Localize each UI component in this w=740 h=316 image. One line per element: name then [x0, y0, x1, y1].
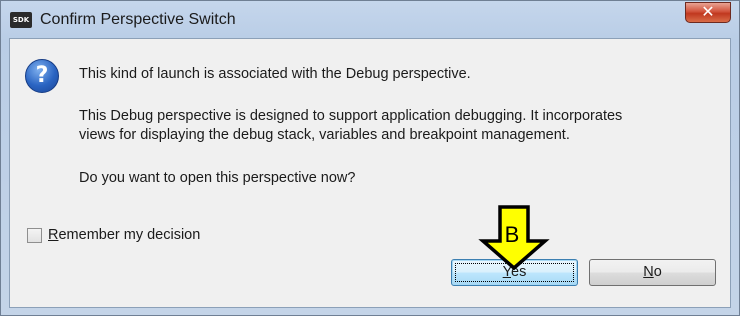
remember-decision-checkbox[interactable] [27, 228, 42, 243]
close-icon: ✕ [701, 2, 715, 21]
sdk-app-icon: SDK [10, 12, 32, 28]
question-icon: ? [25, 59, 59, 93]
dialog-window: SDK Confirm Perspective Switch ✕ ? This … [0, 0, 740, 316]
annotation-arrow-marker: B [478, 205, 550, 271]
title-bar[interactable]: SDK Confirm Perspective Switch ✕ [1, 1, 739, 38]
annotation-label: B [505, 222, 520, 247]
remember-decision-label[interactable]: Remember my decision [48, 227, 200, 243]
dialog-body: ? This kind of launch is associated with… [9, 38, 731, 308]
window-title: Confirm Perspective Switch [40, 11, 236, 28]
no-button[interactable]: No [589, 259, 716, 286]
message-line-3: views for displaying the debug stack, va… [79, 127, 570, 143]
message-line-1: This kind of launch is associated with t… [79, 66, 471, 82]
message-line-4: Do you want to open this perspective now… [79, 170, 356, 186]
close-button[interactable]: ✕ [685, 2, 731, 23]
message-line-2: This Debug perspective is designed to su… [79, 108, 623, 124]
